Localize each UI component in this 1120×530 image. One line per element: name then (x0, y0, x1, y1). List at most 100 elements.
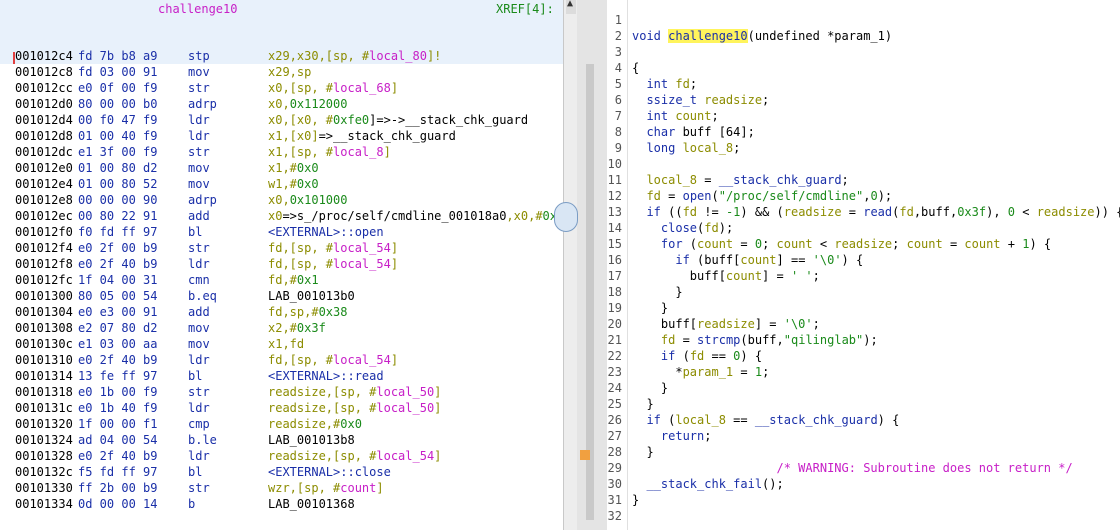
code-token[interactable]: ) { (878, 413, 900, 427)
code-token[interactable]: ( (690, 237, 697, 251)
listing-row[interactable]: 00101308 e2 07 80 d2 mov x2,#0x3f (0, 320, 563, 336)
code-line[interactable]: 25 } (607, 396, 1120, 412)
code-line[interactable]: 1 (607, 12, 1120, 28)
code-token[interactable]: /* WARNING: Subroutine does not return *… (632, 461, 1072, 475)
instruction-address[interactable]: 00101308 (15, 320, 73, 336)
instruction-mnemonic[interactable]: ldr (188, 352, 210, 368)
code-token[interactable]: if (632, 413, 668, 427)
code-token[interactable]: ) && ( (740, 205, 783, 219)
code-text[interactable]: long local_8; (632, 140, 740, 156)
code-text[interactable]: buff[readsize] = '\0'; (632, 316, 820, 332)
listing-row[interactable]: 0010131c e0 1b 40 f9 ldr readsize,[sp, #loc… (0, 400, 563, 416)
listing-row[interactable]: 001012f8 e0 2f 40 b9 ldr fd,[sp, #local_54] (0, 256, 563, 272)
code-token[interactable]: int (632, 109, 675, 123)
instruction-mnemonic[interactable]: ldr (188, 400, 210, 416)
instruction-mnemonic[interactable]: str (188, 144, 210, 160)
operand-token[interactable]: local_8 (333, 145, 384, 159)
instruction-address[interactable]: 001012dc (15, 144, 73, 160)
code-token[interactable]: } (632, 301, 668, 315)
code-line[interactable]: 15 for (count = 0; count < readsize; cou… (607, 236, 1120, 252)
code-token[interactable] (632, 333, 661, 347)
instruction-operands[interactable]: readsize,[sp, #local_50] (268, 384, 441, 400)
operand-token[interactable]: 0x112000 (290, 97, 348, 111)
code-token[interactable]: (buff[ (697, 253, 740, 267)
code-token[interactable]: < (1015, 205, 1037, 219)
code-text[interactable]: } (632, 284, 682, 300)
code-token[interactable]: ); (719, 221, 733, 235)
code-token[interactable]: fd (899, 205, 913, 219)
listing-row[interactable]: 001012c4 fd 7b b8 a9 stp x29,x30,[sp, #loca… (0, 48, 563, 64)
code-token[interactable]: long (632, 141, 683, 155)
instruction-mnemonic[interactable]: mov (188, 64, 210, 80)
operand-token[interactable]: local_80 (369, 49, 427, 63)
instruction-operands[interactable]: LAB_001013b8 (268, 432, 355, 448)
listing-row[interactable]: 00101304 e0 e3 00 91 add fd,sp,#0x38 (0, 304, 563, 320)
code-text[interactable]: if (buff[count] == '\0') { (632, 252, 863, 268)
listing-row[interactable]: 0010130c e1 03 00 aa mov x1,fd (0, 336, 563, 352)
instruction-mnemonic[interactable]: b.le (188, 432, 217, 448)
instruction-mnemonic[interactable]: mov (188, 160, 210, 176)
code-token[interactable]: '\0' (784, 317, 813, 331)
instruction-address[interactable]: 00101328 (15, 448, 73, 464)
instruction-operands[interactable]: x0=>s_/proc/self/cmdline_001018a0,x0,#0x… (268, 208, 563, 224)
instruction-operands[interactable]: x1,fd (268, 336, 304, 352)
operand-token[interactable]: 0x1 (297, 273, 319, 287)
code-token[interactable]: for (632, 237, 690, 251)
operand-token[interactable]: count (340, 481, 376, 495)
code-token[interactable]: ; (704, 429, 711, 443)
instruction-operands[interactable]: x1,[x0]=>__stack_chk_guard (268, 128, 456, 144)
code-line[interactable]: 10 (607, 156, 1120, 172)
operand-token[interactable]: ] (434, 401, 441, 415)
code-token[interactable]: ; (813, 269, 820, 283)
code-token[interactable]: local_8 (683, 141, 734, 155)
code-token[interactable]: ; (762, 365, 769, 379)
instruction-mnemonic[interactable]: bl (188, 368, 202, 384)
instruction-mnemonic[interactable]: str (188, 384, 210, 400)
instruction-operands[interactable]: x29,sp (268, 64, 311, 80)
code-text[interactable]: close(fd); (632, 220, 733, 236)
code-token[interactable]: "qilinglab" (784, 333, 863, 347)
code-text[interactable]: fd = strcmp(buff,"qilinglab"); (632, 332, 878, 348)
instruction-operands[interactable]: fd,sp,#0x38 (268, 304, 347, 320)
instruction-operands[interactable]: <EXTERNAL>::open (268, 224, 384, 240)
code-token[interactable]: { (632, 61, 639, 75)
operand-token[interactable]: readsize,[sp, # (268, 385, 376, 399)
code-token[interactable]: if (632, 205, 668, 219)
code-token[interactable]: ); (863, 333, 877, 347)
operand-token[interactable]: fd,[sp, # (268, 241, 333, 255)
instruction-operands[interactable]: x0,[x0, #0xfe0]=>->__stack_chk_guard (268, 112, 528, 128)
instruction-operands[interactable]: x0,0x112000 (268, 96, 347, 112)
code-token[interactable] (632, 173, 646, 187)
code-token[interactable]: ' ' (791, 269, 813, 283)
instruction-mnemonic[interactable]: str (188, 80, 210, 96)
code-token[interactable]: = (842, 205, 864, 219)
code-line[interactable]: 9 long local_8; (607, 140, 1120, 156)
instruction-address[interactable]: 001012ec (15, 208, 73, 224)
code-token[interactable]: ( (683, 349, 690, 363)
code-token[interactable]: readsize (834, 237, 892, 251)
code-token[interactable]: readsize (1037, 205, 1095, 219)
instruction-address[interactable]: 00101304 (15, 304, 73, 320)
operand-token[interactable]: ,x0,# (506, 209, 542, 223)
instruction-operands[interactable]: x0,[sp, #local_68] (268, 80, 398, 96)
listing-row[interactable]: 001012d4 00 f0 47 f9 ldr x0,[x0, #0xfe0]=>-… (0, 112, 563, 128)
code-token[interactable] (632, 189, 646, 203)
code-line[interactable]: 8 char buff [64]; (607, 124, 1120, 140)
instruction-operands[interactable]: w1,#0x0 (268, 176, 319, 192)
operand-token[interactable]: local_54 (333, 257, 391, 271)
instruction-operands[interactable]: <EXTERNAL>::close (268, 464, 391, 480)
code-token[interactable]: 0 (755, 237, 762, 251)
operand-token[interactable]: ]! (427, 49, 441, 63)
code-token[interactable]: ] = (755, 317, 784, 331)
instruction-address[interactable]: 001012e4 (15, 176, 73, 192)
operand-token[interactable]: local_68 (333, 81, 391, 95)
code-token[interactable]: return (632, 429, 704, 443)
code-token[interactable]: (undefined *param_1) (748, 29, 893, 43)
code-text[interactable]: char buff [64]; (632, 124, 754, 140)
operand-token[interactable]: ] (391, 241, 398, 255)
code-token[interactable]: ; (733, 141, 740, 155)
operand-token[interactable]: x0, (268, 193, 290, 207)
listing-row[interactable]: 001012fc 1f 04 00 31 cmn fd,#0x1 (0, 272, 563, 288)
instruction-address[interactable]: 001012d4 (15, 112, 73, 128)
code-line[interactable]: 31} (607, 492, 1120, 508)
